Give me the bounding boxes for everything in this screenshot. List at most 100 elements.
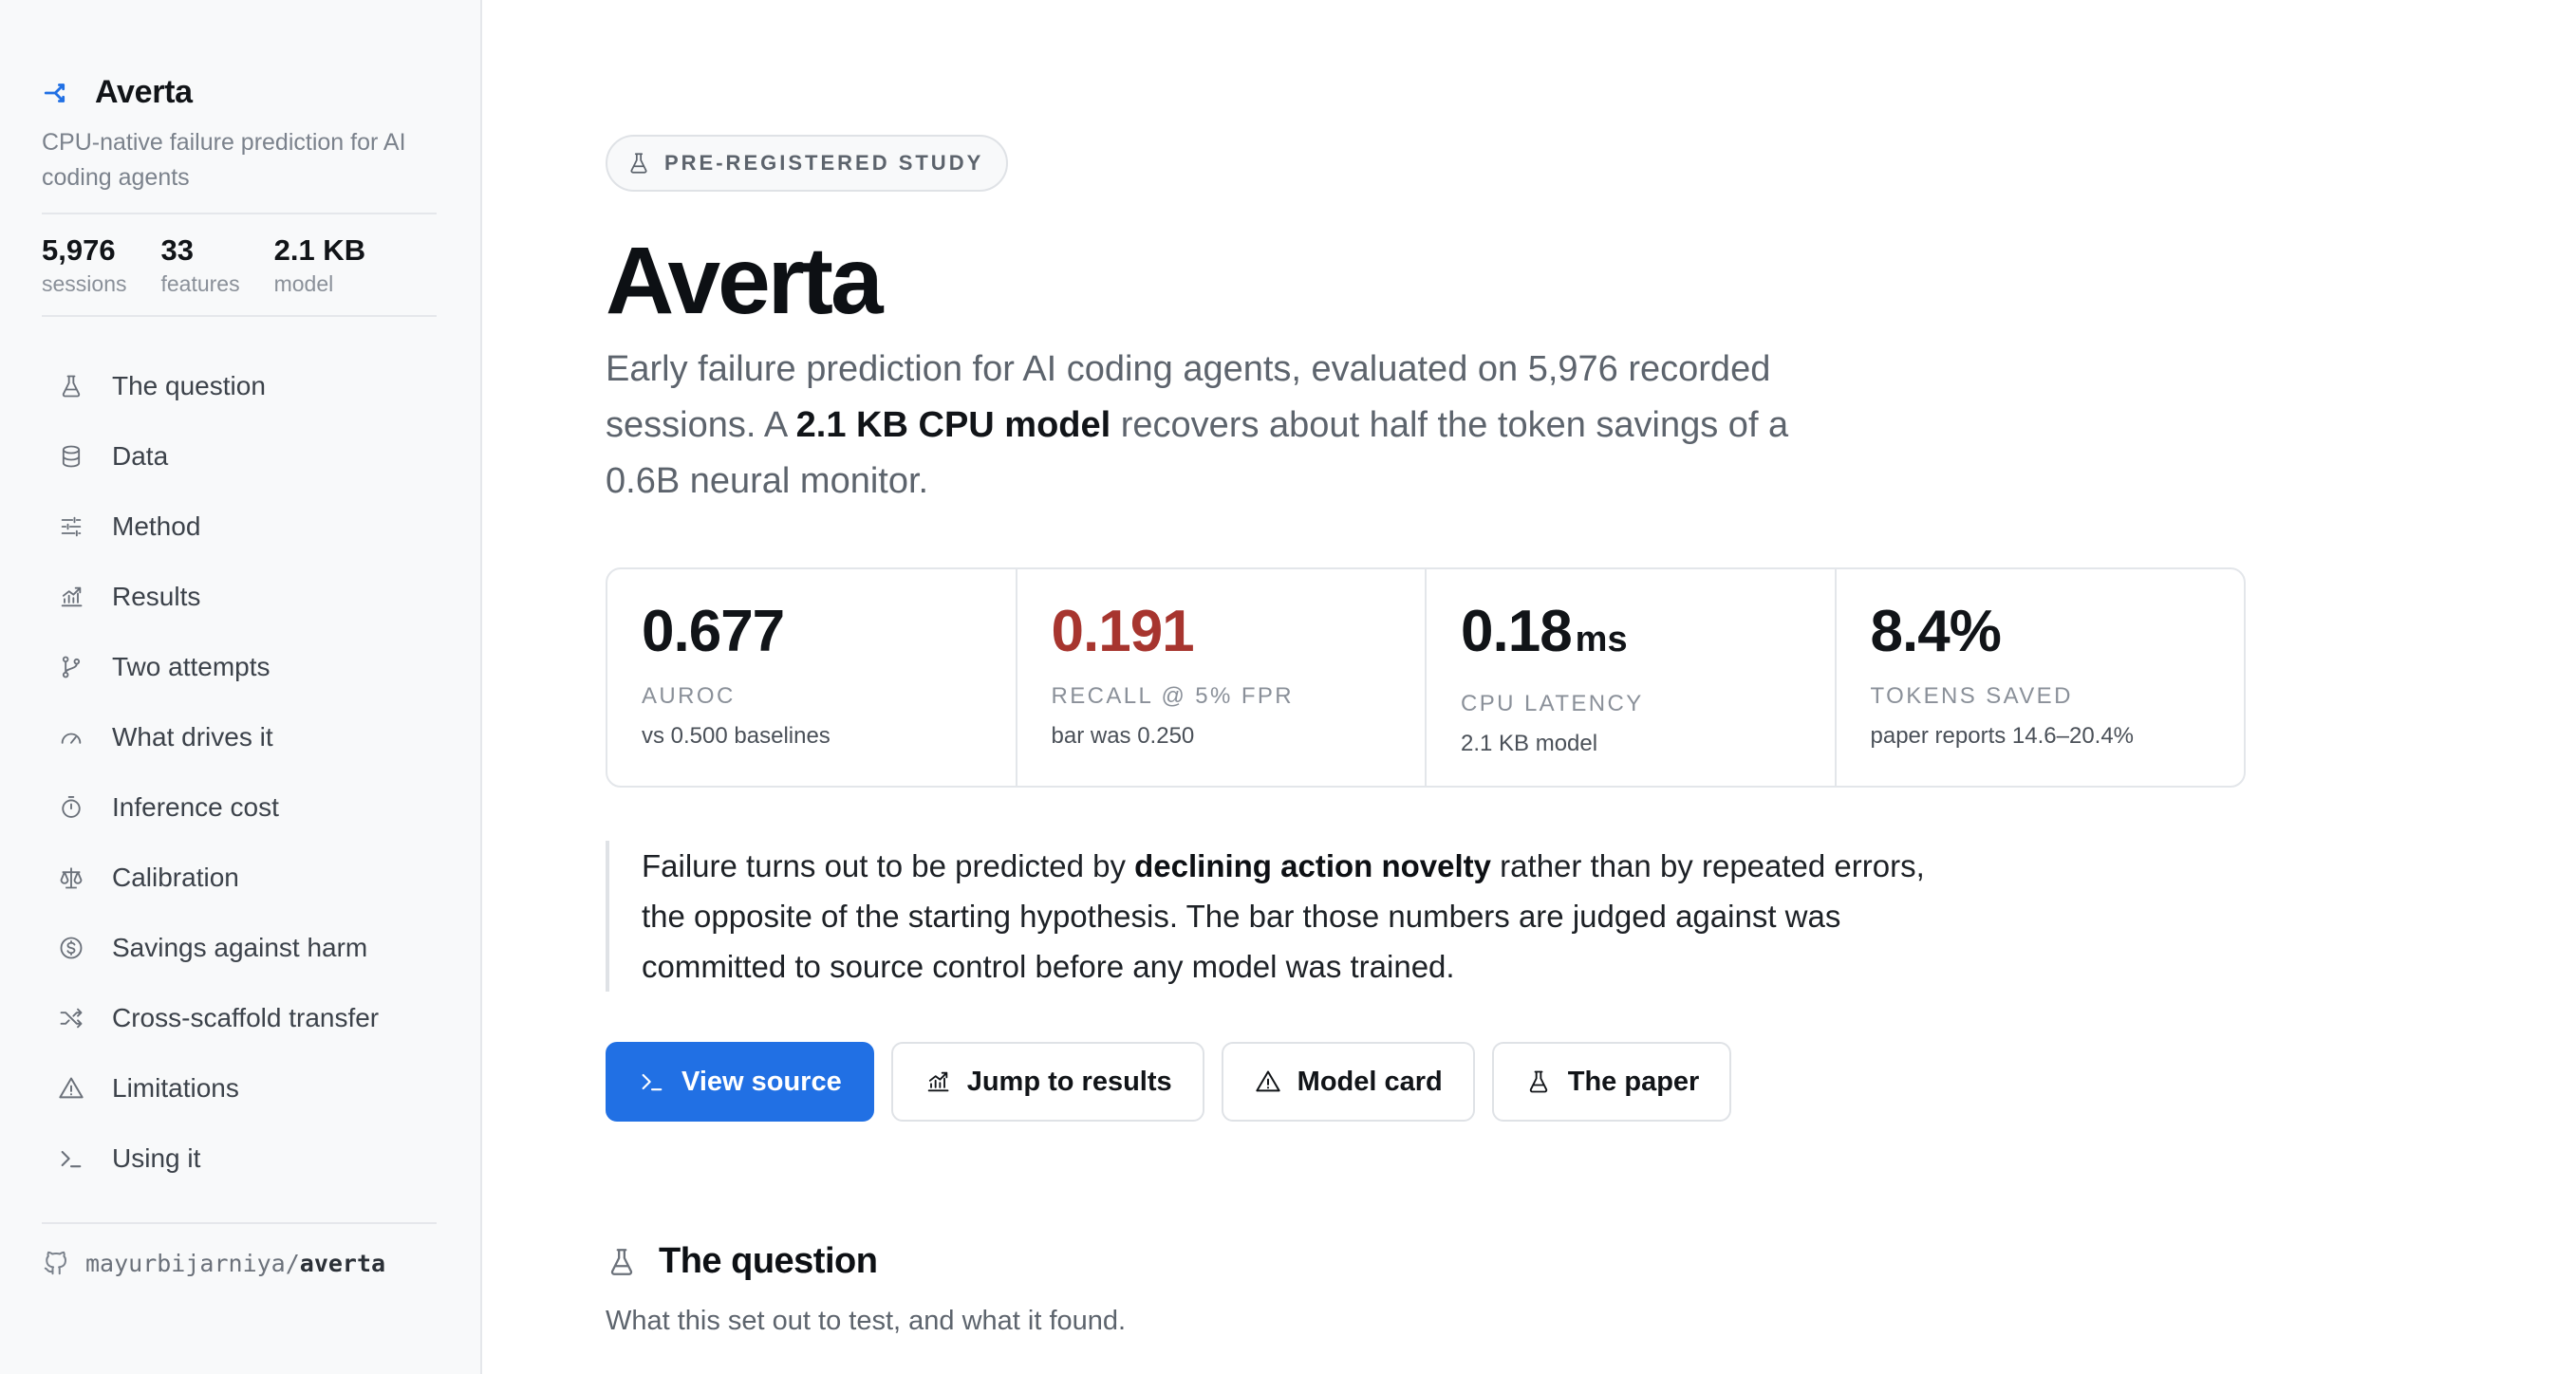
stat-value: 2.1 KB	[273, 233, 366, 267]
git-branch-icon	[57, 653, 85, 681]
stat-model: 2.1 KB model	[274, 233, 365, 300]
button-label: View source	[681, 1066, 842, 1097]
stat-label: model	[273, 271, 334, 296]
badge-label: PRE-REGISTERED STUDY	[664, 151, 984, 175]
sidebar-item-limitations[interactable]: Limitations	[38, 1053, 446, 1123]
sidebar-item-label: Savings against harm	[112, 933, 368, 962]
sidebar-item-cross-scaffold-transfer[interactable]: Cross-scaffold transfer	[38, 983, 446, 1053]
terminal-icon	[57, 1144, 85, 1173]
arrow-split-icon	[42, 77, 74, 109]
metric-value: 0.191	[1052, 598, 1391, 666]
brand[interactable]: Averta	[42, 74, 193, 111]
database-icon	[57, 442, 85, 471]
sidebar-item-savings-against-harm[interactable]: Savings against harm	[38, 913, 446, 983]
metric-number: 8.4%	[1870, 599, 2002, 664]
repo-path: mayurbijarniya/averta	[85, 1250, 385, 1277]
dollar-icon	[57, 934, 85, 962]
divider	[42, 1222, 437, 1224]
button-label: Model card	[1297, 1066, 1443, 1097]
stat-value: 5,976	[42, 233, 116, 267]
flask-icon	[1524, 1068, 1553, 1096]
repo-owner: mayurbijarniya/	[85, 1249, 300, 1277]
quote-bold: declining action novelty	[1134, 848, 1492, 883]
divider	[42, 213, 437, 214]
metric-recall: 0.191 RECALL @ 5% FPR bar was 0.250	[1017, 569, 1427, 786]
metric-tokens-saved: 8.4% TOKENS SAVED paper reports 14.6–20.…	[1837, 569, 2245, 786]
metric-label: TOKENS SAVED	[1870, 683, 2073, 709]
metric-cpu-latency: 0.18 ms CPU LATENCY 2.1 KB model	[1427, 569, 1837, 786]
stat-features: 33 features	[160, 233, 239, 300]
sliders-icon	[57, 512, 85, 541]
view-source-button[interactable]: View source	[606, 1042, 874, 1122]
sidebar-item-label: What drives it	[112, 722, 273, 752]
metric-unit: ms	[1575, 620, 1628, 659]
sidebar-item-label: Method	[112, 511, 201, 541]
main-content: PRE-REGISTERED STUDY Averta Early failur…	[482, 0, 2576, 1374]
sidebar-item-label: Data	[112, 441, 169, 471]
warning-icon	[1254, 1068, 1282, 1096]
metrics-panel: 0.677 AUROC vs 0.500 baselines 0.191 REC…	[606, 567, 2246, 788]
metric-value: 0.677	[642, 598, 981, 666]
sidebar-item-data[interactable]: Data	[38, 421, 446, 492]
repo-name: averta	[299, 1249, 386, 1277]
button-label: The paper	[1567, 1066, 1700, 1097]
sidebar-item-what-drives-it[interactable]: What drives it	[38, 702, 446, 772]
metric-label: RECALL @ 5% FPR	[1051, 683, 1295, 709]
sidebar-item-label: Calibration	[112, 863, 239, 892]
flask-icon	[57, 372, 85, 400]
metric-value: 8.4%	[1871, 598, 2211, 666]
metric-sub: paper reports 14.6–20.4%	[1870, 723, 2135, 749]
sidebar: Averta CPU-native failure prediction for…	[0, 0, 482, 1374]
chart-icon	[57, 583, 85, 611]
section-heading: The question	[606, 1241, 878, 1282]
action-buttons: View source Jump to results Model card T…	[606, 1042, 1748, 1122]
metric-label: AUROC	[642, 683, 736, 709]
the-paper-button[interactable]: The paper	[1491, 1042, 1732, 1122]
model-card-button[interactable]: Model card	[1221, 1042, 1475, 1122]
sidebar-item-the-question[interactable]: The question	[38, 351, 446, 421]
sidebar-item-inference-cost[interactable]: Inference cost	[38, 772, 446, 843]
sidebar-item-label: Cross-scaffold transfer	[112, 1003, 380, 1032]
sidebar-item-label: Limitations	[112, 1073, 239, 1103]
sidebar-item-label: Using it	[112, 1143, 201, 1173]
button-label: Jump to results	[966, 1066, 1172, 1097]
key-finding-quote: Failure turns out to be predicted by dec…	[606, 841, 1953, 992]
metric-label: CPU LATENCY	[1461, 691, 1644, 716]
metric-sub: vs 0.500 baselines	[642, 723, 831, 749]
metric-number: 0.18	[1461, 599, 1573, 664]
study-badge: PRE-REGISTERED STUDY	[606, 135, 1009, 192]
sidebar-item-method[interactable]: Method	[38, 492, 446, 562]
timer-icon	[57, 793, 85, 822]
gauge-icon	[57, 723, 85, 752]
stat-label: sessions	[42, 271, 127, 296]
page-lede: Early failure prediction for AI coding a…	[606, 342, 1839, 510]
section-title: The question	[659, 1241, 878, 1281]
sidebar-item-label: The question	[112, 371, 266, 400]
sidebar-nav: The question Data Method Results Two att…	[38, 351, 446, 1194]
sidebar-item-label: Results	[112, 582, 201, 611]
flask-icon	[626, 151, 651, 176]
shuffle-icon	[57, 1004, 85, 1032]
stats-row: 5,976 sessions 33 features 2.1 KB model	[42, 233, 400, 300]
github-icon	[42, 1249, 70, 1277]
quote-text: Failure turns out to be predicted by	[642, 848, 1135, 883]
metric-auroc: 0.677 AUROC vs 0.500 baselines	[607, 569, 1017, 786]
metric-sub: 2.1 KB model	[1461, 731, 1598, 756]
warning-icon	[57, 1074, 85, 1103]
page-title: Averta	[606, 228, 884, 334]
chart-icon	[924, 1068, 952, 1096]
sidebar-item-label: Inference cost	[112, 792, 279, 822]
jump-to-results-button[interactable]: Jump to results	[890, 1042, 1204, 1122]
stat-label: features	[160, 271, 240, 296]
metric-number: 0.677	[642, 599, 785, 664]
sidebar-item-using-it[interactable]: Using it	[38, 1123, 446, 1194]
repo-link[interactable]: mayurbijarniya/averta	[42, 1249, 385, 1277]
brand-name: Averta	[95, 74, 193, 110]
brand-tagline: CPU-native failure prediction for AI cod…	[42, 129, 406, 191]
sidebar-item-results[interactable]: Results	[38, 562, 446, 632]
sidebar-item-two-attempts[interactable]: Two attempts	[38, 632, 446, 702]
sidebar-item-calibration[interactable]: Calibration	[38, 843, 446, 913]
terminal-icon	[638, 1068, 666, 1096]
scale-icon	[57, 863, 85, 892]
metric-sub: bar was 0.250	[1051, 723, 1195, 749]
